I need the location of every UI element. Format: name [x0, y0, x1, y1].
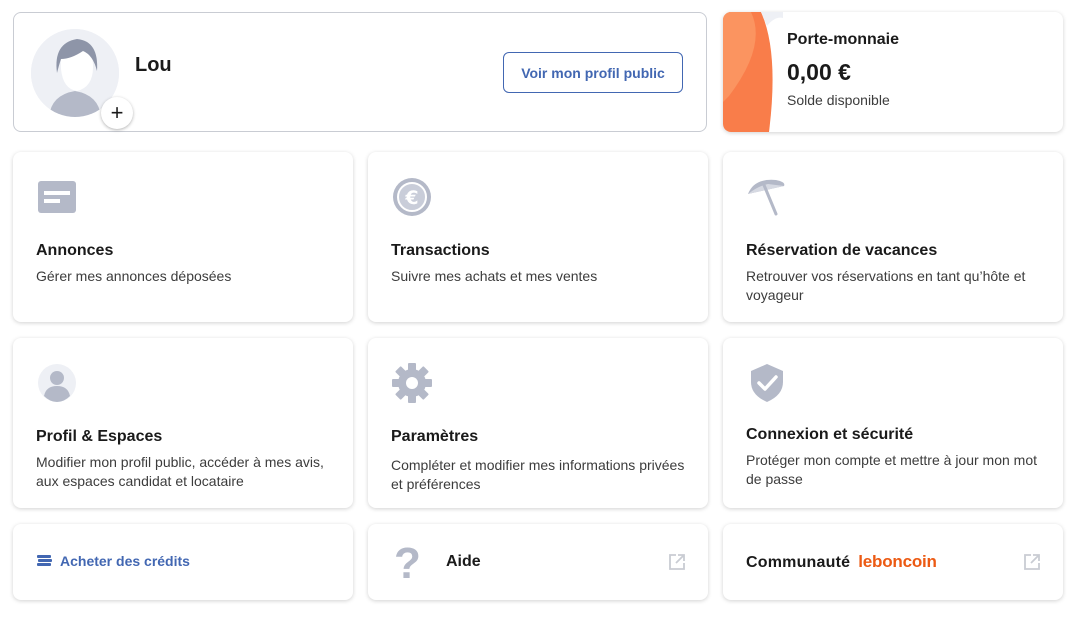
- wallet-card[interactable]: Porte-monnaie 0,00 € Solde disponible: [723, 12, 1063, 132]
- listing-icon: [38, 181, 76, 213]
- tile-description: Compléter et modifier mes informations p…: [391, 457, 685, 492]
- gear-icon: [392, 363, 432, 403]
- profile-card: + Lou Voir mon profil public: [13, 12, 707, 132]
- tile-title: Connexion et sécurité: [746, 426, 914, 443]
- tile-title: Profil & Espaces: [36, 428, 163, 445]
- wallet-balance: 0,00 €: [787, 59, 851, 85]
- tile-vacation-booking[interactable]: Réservation de vacances Retrouver vos ré…: [723, 152, 1063, 322]
- tile-description: Modifier mon profil public, accéder à me…: [36, 454, 324, 489]
- tile-title: Paramètres: [391, 428, 479, 445]
- user-name: Lou: [135, 54, 172, 76]
- leboncoin-logo: leboncoin: [858, 552, 937, 571]
- tile-description: Suivre mes achats et mes ventes: [391, 268, 598, 284]
- credits-stack-icon: [37, 555, 52, 566]
- user-icon: [38, 364, 76, 402]
- add-photo-button[interactable]: +: [101, 97, 133, 129]
- external-link-icon: [1024, 554, 1040, 570]
- help-label: Aide: [446, 553, 481, 570]
- question-mark-icon: ?: [394, 539, 421, 588]
- buy-credits-card: Acheter des crédits: [13, 524, 353, 600]
- svg-text:€: €: [404, 187, 418, 209]
- buy-credits-link[interactable]: Acheter des crédits: [36, 553, 190, 569]
- tile-profile-spaces[interactable]: Profil & Espaces Modifier mon profil pub…: [13, 338, 353, 508]
- view-public-profile-button[interactable]: Voir mon profil public: [503, 52, 683, 93]
- buy-credits-label: Acheter des crédits: [60, 553, 190, 569]
- tile-title: Annonces: [36, 242, 114, 259]
- tile-description: Gérer mes annonces déposées: [36, 268, 232, 284]
- tile-security[interactable]: Connexion et sécurité Protéger mon compt…: [723, 338, 1063, 508]
- tile-title: Réservation de vacances: [746, 242, 938, 259]
- beach-umbrella-icon: [748, 179, 785, 216]
- wallet-subtitle: Solde disponible: [787, 92, 890, 108]
- shield-check-icon: [751, 364, 783, 402]
- tile-transactions[interactable]: € Transactions Suivre mes achats et mes …: [368, 152, 708, 322]
- tile-annonces[interactable]: Annonces Gérer mes annonces déposées: [13, 152, 353, 322]
- community-text: Communauté: [746, 554, 851, 571]
- community-label: Communauté leboncoin: [746, 552, 937, 572]
- tile-description: Protéger mon compte et mettre à jour mon…: [746, 452, 1038, 487]
- euro-coin-icon: €: [393, 178, 431, 216]
- tile-description: Retrouver vos réservations en tant qu’hô…: [746, 268, 1026, 303]
- tile-title: Transactions: [391, 242, 490, 259]
- wallet-decoration-icon: [723, 12, 783, 132]
- community-card[interactable]: Communauté leboncoin: [723, 524, 1063, 600]
- tile-settings[interactable]: Paramètres Compléter et modifier mes inf…: [368, 338, 708, 508]
- help-card[interactable]: ? Aide: [368, 524, 708, 600]
- external-link-icon: [669, 554, 685, 570]
- wallet-title: Porte-monnaie: [787, 31, 900, 48]
